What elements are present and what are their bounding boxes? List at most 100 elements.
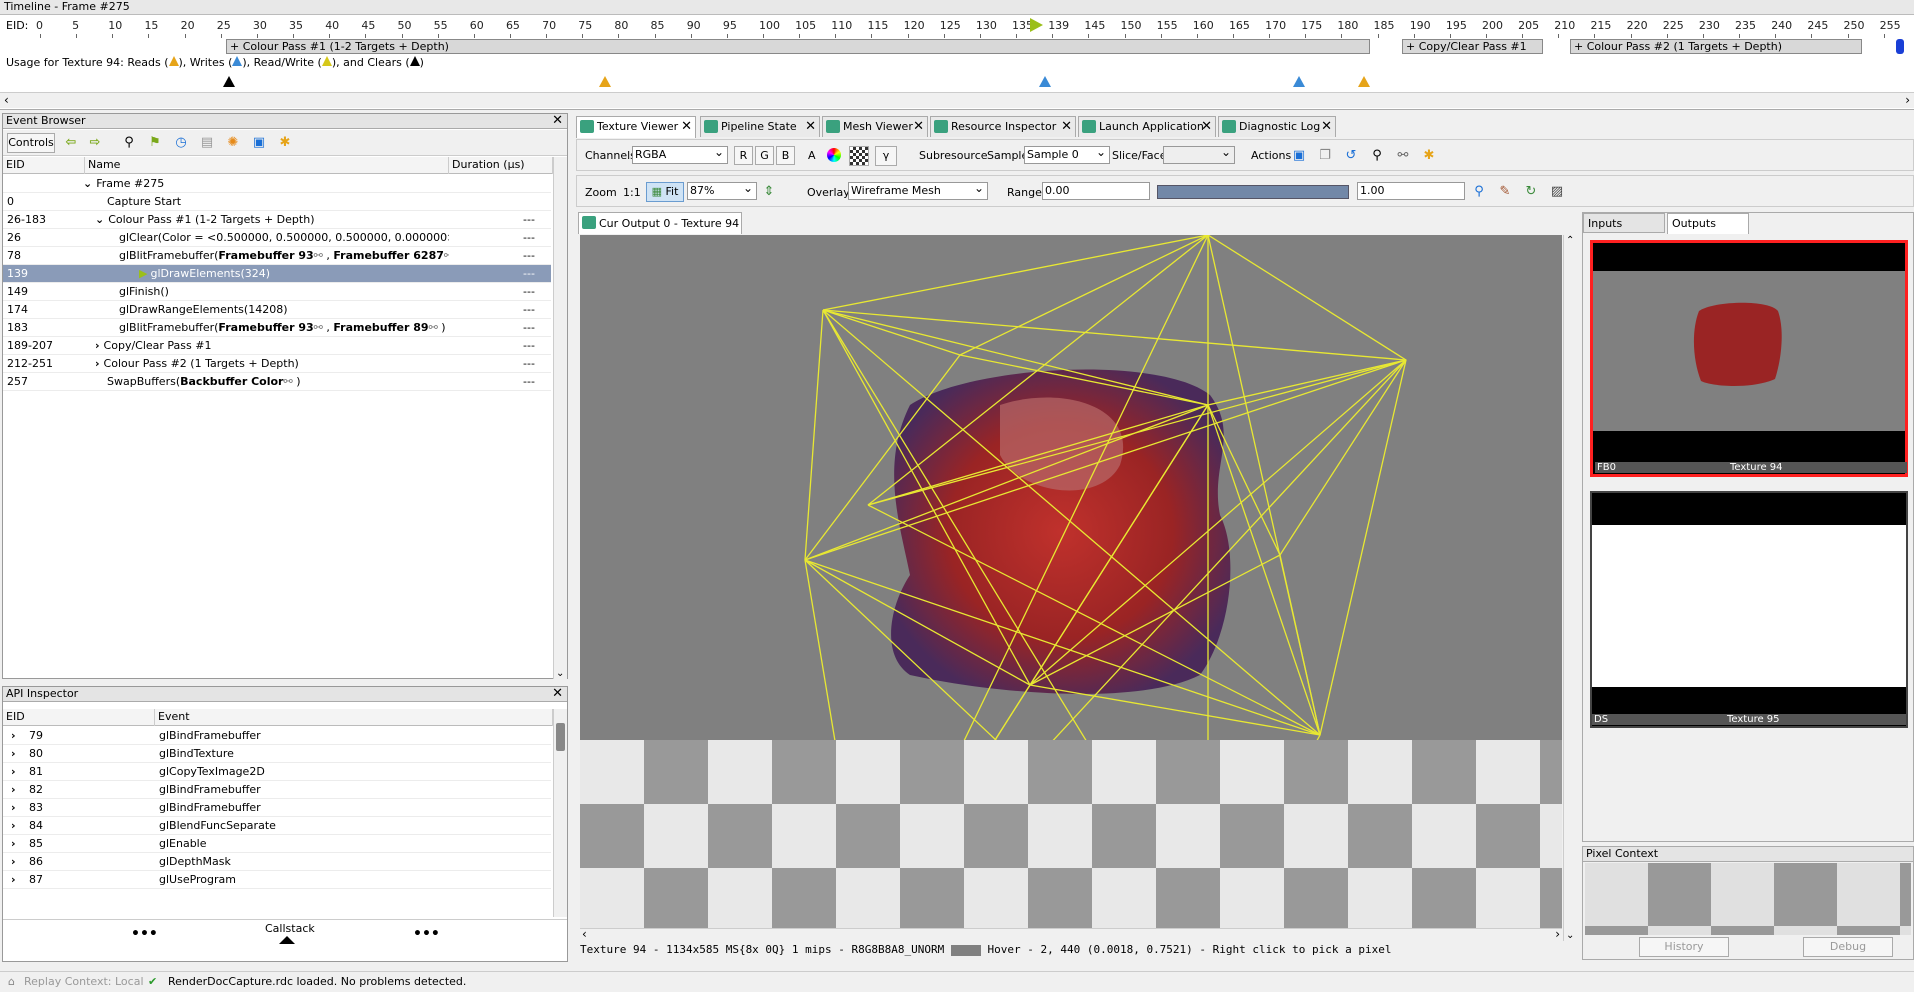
channel-b-toggle[interactable]: B [776, 146, 795, 165]
gamma-toggle[interactable]: γ [875, 146, 897, 166]
close-icon[interactable]: ✕ [552, 114, 563, 128]
col-eid[interactable]: EID [3, 709, 155, 726]
col-name[interactable]: Name [85, 157, 449, 174]
event-row[interactable]: 149 glFinish() --- [3, 283, 551, 301]
collapsed-arrow-icon[interactable]: › [95, 357, 100, 370]
resource-link[interactable]: Framebuffer 93 [218, 249, 313, 262]
collapsed-arrow-icon[interactable]: › [11, 781, 16, 798]
filter-icon[interactable]: ✺ [225, 135, 241, 151]
callstack-label[interactable]: Callstack [265, 922, 315, 935]
read-marker-icon[interactable] [599, 76, 611, 87]
link-icon[interactable]: ⚯ [283, 375, 292, 388]
resource-link[interactable]: Framebuffer 89 [333, 321, 428, 334]
link-icon[interactable]: ⚯ [1395, 148, 1411, 164]
pixel-context-preview[interactable] [1585, 863, 1911, 935]
tab-launch-application[interactable]: Launch Application ✕ [1078, 116, 1216, 137]
close-icon[interactable]: ✕ [1201, 117, 1212, 137]
goto-icon[interactable]: ↺ [1343, 148, 1359, 164]
pass-copy-clear-1[interactable]: + Copy/Clear Pass #1 [1402, 39, 1543, 54]
viewport-hscroll[interactable]: ‹ › [580, 927, 1562, 941]
link-icon[interactable]: ⚯ [429, 321, 438, 334]
api-row[interactable]: › 82 glBindFramebuffer [3, 781, 551, 799]
expanded-arrow-icon[interactable]: ⌄ [83, 177, 92, 190]
api-row[interactable]: › 85 glEnable [3, 835, 551, 853]
range-min-input[interactable]: 0.00 [1042, 182, 1150, 200]
flip-icon[interactable]: ⇕ [761, 184, 777, 200]
close-icon[interactable]: ✕ [805, 117, 816, 137]
scroll-up-icon[interactable]: ⌃ [1566, 235, 1574, 246]
collapsed-arrow-icon[interactable]: › [11, 745, 16, 762]
event-scrollbar[interactable]: ⌄ [553, 157, 567, 679]
event-row[interactable]: 0 Capture Start [3, 193, 551, 211]
range-max-input[interactable]: 1.00 [1357, 182, 1465, 200]
histogram-icon[interactable]: ▨ [1549, 184, 1565, 200]
expand-up-icon[interactable] [279, 936, 295, 944]
clock-icon[interactable]: ◷ [173, 135, 189, 151]
settings-icon[interactable]: ✱ [277, 135, 293, 151]
api-row[interactable]: › 84 glBlendFuncSeparate [3, 817, 551, 835]
output-thumbnail-fb0[interactable]: FB0 Texture 94 [1590, 240, 1908, 477]
autofit-icon[interactable]: ✎ [1497, 184, 1513, 200]
tab-outputs[interactable]: Outputs [1667, 213, 1749, 234]
close-icon[interactable]: ✕ [681, 117, 692, 137]
collapsed-arrow-icon[interactable]: › [11, 835, 16, 852]
close-icon[interactable]: ✕ [1321, 117, 1332, 137]
event-row[interactable]: ⌄ Frame #275 [3, 175, 551, 193]
more-right-icon[interactable]: ••• [413, 926, 440, 942]
api-row[interactable]: › 80 glBindTexture [3, 745, 551, 763]
channels-select[interactable]: RGBA [632, 144, 728, 164]
scroll-left-icon[interactable]: ‹ [4, 93, 9, 107]
collapsed-arrow-icon[interactable]: › [95, 339, 100, 352]
zoom-1-1-button[interactable]: 1:1 [623, 186, 641, 199]
binoculars-icon[interactable]: ⚲ [1369, 148, 1385, 164]
read-marker-icon[interactable] [1358, 76, 1370, 87]
zoom-range-icon[interactable]: ⚲ [1471, 184, 1487, 200]
api-row[interactable]: › 83 glBindFramebuffer [3, 799, 551, 817]
tab-texture-viewer[interactable]: Texture Viewer ✕ [576, 116, 696, 138]
collapsed-arrow-icon[interactable]: › [11, 871, 16, 888]
color-wheel-icon[interactable] [827, 148, 841, 162]
event-row[interactable]: 183 glBlitFramebuffer(Framebuffer 93⚯ , F… [3, 319, 551, 337]
channel-g-toggle[interactable]: G [755, 146, 774, 165]
event-row[interactable]: 78 glBlitFramebuffer(Framebuffer 93⚯ , Fr… [3, 247, 551, 265]
tab-pipeline-state[interactable]: Pipeline State ✕ [700, 116, 820, 137]
link-icon[interactable]: ⚯ [314, 321, 323, 334]
pass-colour-2[interactable]: + Colour Pass #2 (1 Targets + Depth) [1570, 39, 1862, 54]
save-texture-icon[interactable]: ▣ [1291, 148, 1307, 164]
history-button[interactable]: History [1639, 937, 1729, 957]
output-tab[interactable]: Cur Output 0 - Texture 94 [578, 212, 742, 234]
save-icon[interactable]: ▣ [251, 135, 267, 151]
api-scrollbar[interactable] [553, 709, 567, 917]
scroll-right-icon[interactable]: › [1555, 927, 1560, 941]
link-icon[interactable]: ⚯ [444, 249, 449, 262]
settings-icon[interactable]: ✱ [1421, 148, 1437, 164]
event-row[interactable]: 189-207 › Copy/Clear Pass #1 --- [3, 337, 551, 355]
arrow-left-icon[interactable]: ⇦ [63, 135, 79, 151]
viewport-vscroll[interactable]: ⌃ ⌄ [1563, 235, 1577, 941]
collapsed-arrow-icon[interactable]: › [11, 853, 16, 870]
close-icon[interactable]: ✕ [913, 117, 924, 137]
event-row[interactable]: 139 ▶ glDrawElements(324) --- [3, 265, 551, 283]
copy-icon[interactable]: ❐ [1317, 148, 1333, 164]
write-marker-icon[interactable] [1039, 76, 1051, 87]
overlay-select[interactable]: Wireframe Mesh [848, 180, 988, 200]
link-icon[interactable]: ⚯ [314, 249, 323, 262]
checkerboard-icon[interactable] [849, 146, 869, 166]
pass-colour-1[interactable]: + Colour Pass #1 (1-2 Targets + Depth) [226, 39, 1370, 54]
resource-link[interactable]: Backbuffer Color [180, 375, 283, 388]
api-row[interactable]: › 79 glBindFramebuffer [3, 727, 551, 745]
event-row[interactable]: 26-183 ⌄ Colour Pass #1 (1-2 Targets + Dep… [3, 211, 551, 229]
col-event[interactable]: Event [155, 709, 553, 726]
scroll-thumb[interactable] [556, 723, 565, 751]
event-row[interactable]: 26 glClear(Color = <0.500000, 0.500000, 0… [3, 229, 551, 247]
replay-context[interactable]: Replay Context: Local [24, 972, 144, 992]
expanded-arrow-icon[interactable]: ⌄ [95, 213, 104, 226]
api-row[interactable]: › 81 glCopyTexImage2D [3, 763, 551, 781]
col-duration[interactable]: Duration (µs) [449, 157, 553, 174]
fit-button[interactable]: ▦ Fit [646, 182, 684, 202]
collapsed-arrow-icon[interactable]: › [11, 763, 16, 780]
scroll-right-icon[interactable]: › [1905, 93, 1910, 107]
debug-button[interactable]: Debug [1803, 937, 1893, 957]
clear-marker-icon[interactable] [223, 76, 235, 87]
scroll-down-icon[interactable]: ⌄ [556, 668, 564, 679]
